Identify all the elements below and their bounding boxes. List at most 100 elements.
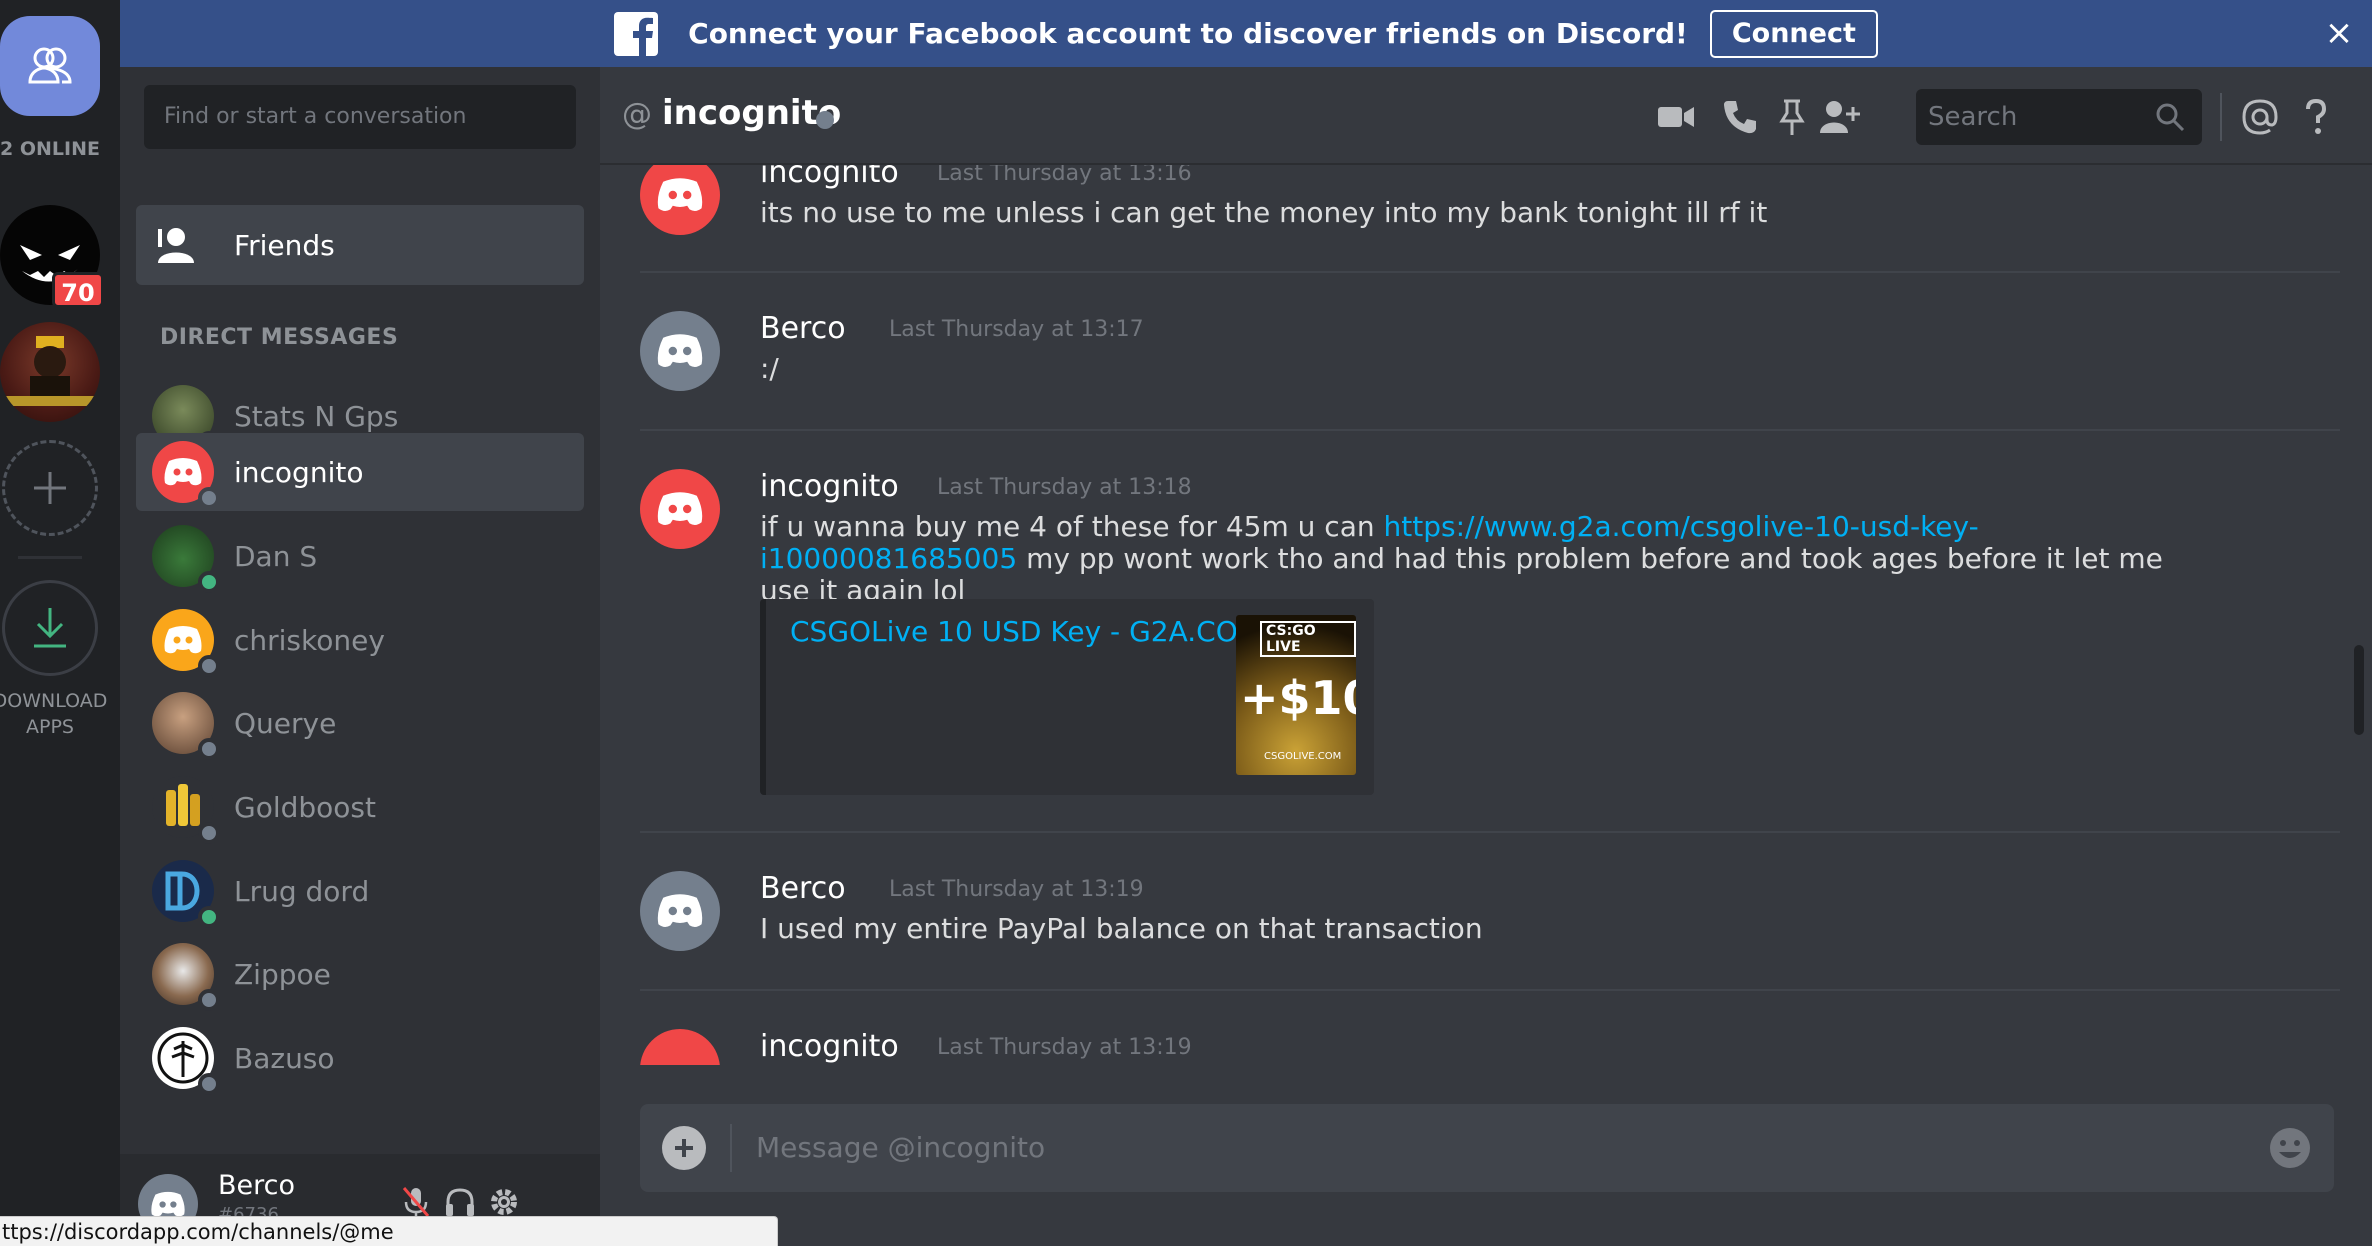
add-friend-icon[interactable] <box>1820 97 1860 137</box>
message-composer[interactable]: Message @incognito <box>640 1104 2334 1192</box>
close-banner-button[interactable]: × <box>2322 16 2356 50</box>
banner-text: Connect your Facebook account to discove… <box>688 17 1688 50</box>
search-icon <box>2156 103 2185 132</box>
message-avatar[interactable] <box>640 469 720 549</box>
download-label-line-1: DOWNLOAD <box>0 690 108 712</box>
upload-button[interactable] <box>662 1126 706 1170</box>
status-url: ttps://discordapp.com/channels/@me <box>0 1216 778 1246</box>
dm-name: Stats N Gps <box>234 399 399 433</box>
avatar <box>152 609 220 677</box>
dm-name: Querye <box>234 706 337 740</box>
message-divider <box>640 831 2340 833</box>
search-input[interactable]: Search <box>1916 89 2202 145</box>
at-symbol: @ <box>622 97 652 132</box>
dm-name: Goldboost <box>234 790 376 824</box>
status-indicator <box>198 1073 220 1095</box>
friends-label: Friends <box>234 228 335 262</box>
message-list: incognito Last Thursday at 13:16 its no … <box>600 165 2372 1065</box>
friends-nav-item[interactable]: Friends <box>136 205 584 285</box>
message-author[interactable]: incognito <box>760 165 899 190</box>
dm-sidebar: Find or start a conversation Friends DIR… <box>120 67 600 1246</box>
status-indicator <box>198 655 220 677</box>
find-conversation-input[interactable]: Find or start a conversation <box>144 85 576 149</box>
video-call-icon[interactable] <box>1656 97 1696 137</box>
message-author[interactable]: incognito <box>760 469 899 504</box>
help-icon[interactable] <box>2296 97 2336 137</box>
download-icon <box>34 608 66 648</box>
discord-logo-icon <box>657 894 703 927</box>
plus-icon <box>34 472 66 504</box>
dm-item-bazuso[interactable]: Bazuso <box>136 1019 584 1097</box>
message-author[interactable]: incognito <box>760 1029 899 1064</box>
message-avatar[interactable] <box>640 165 720 235</box>
dm-name: Bazuso <box>234 1041 335 1075</box>
message-avatar[interactable] <box>640 1029 720 1065</box>
search-placeholder: Search <box>1928 102 2018 132</box>
channel-title: incognito <box>662 93 842 133</box>
home-button[interactable] <box>0 16 100 116</box>
avatar <box>152 441 220 509</box>
message-author[interactable]: Berco <box>760 871 846 906</box>
dm-item-incognito[interactable]: incognito <box>136 433 584 511</box>
embed-thumbnail[interactable]: CS:GO LIVE +$10 CSGOLIVE.COM <box>1236 615 1356 775</box>
message-avatar[interactable] <box>640 311 720 391</box>
dm-name: Lrug dord <box>234 874 370 908</box>
status-indicator <box>198 571 220 593</box>
settings-gear-icon[interactable] <box>486 1184 522 1220</box>
avatar <box>152 860 220 928</box>
message-divider <box>640 271 2340 273</box>
connect-button[interactable]: Connect <box>1709 9 1878 58</box>
message-timestamp: Last Thursday at 13:17 <box>889 317 1144 342</box>
discord-logo-icon <box>151 1191 185 1216</box>
status-indicator <box>816 111 834 129</box>
discord-logo-icon <box>164 626 202 654</box>
chat-header: @ incognito Search <box>600 67 2372 165</box>
mentions-icon[interactable] <box>2240 97 2280 137</box>
dm-name: chriskoney <box>234 623 385 657</box>
mention-badge: 70 <box>52 272 104 308</box>
scrollbar-thumb[interactable] <box>2354 645 2364 735</box>
thumbnail-price: +$10 <box>1240 671 1356 725</box>
status-indicator <box>198 487 220 509</box>
message-text: if u wanna buy me 4 of these for 45m u c… <box>760 511 2220 607</box>
avatar <box>152 525 220 593</box>
download-apps-button[interactable] <box>2 580 98 676</box>
message-divider <box>640 429 2340 431</box>
discord-logo-icon <box>657 334 703 367</box>
discord-logo-icon <box>657 178 703 211</box>
message-timestamp: Last Thursday at 13:19 <box>937 1035 1192 1060</box>
dm-item-zippoe[interactable]: Zippoe <box>136 935 584 1013</box>
server-icon-2[interactable] <box>0 322 100 422</box>
pin-icon[interactable] <box>1772 97 1812 137</box>
message-avatar[interactable] <box>640 871 720 951</box>
avatar <box>152 776 220 844</box>
dm-item-querye[interactable]: Querye <box>136 684 584 762</box>
friends-icon <box>28 47 72 84</box>
message-scrollbar[interactable] <box>2352 167 2366 1065</box>
facebook-icon <box>614 11 659 56</box>
mute-microphone-icon[interactable] <box>398 1184 434 1220</box>
message-divider <box>640 989 2340 991</box>
status-indicator <box>198 822 220 844</box>
username: Berco <box>218 1170 296 1201</box>
add-server-button[interactable] <box>2 440 98 536</box>
gang-logo-icon <box>4 336 96 406</box>
discord-logo-icon <box>164 458 202 486</box>
dm-item-dan-s[interactable]: Dan S <box>136 517 584 595</box>
emoji-picker-icon[interactable] <box>2268 1126 2312 1170</box>
dm-item-lrug-dord[interactable]: Lrug dord <box>136 852 584 930</box>
message-text: I used my entire PayPal balance on that … <box>760 912 1483 945</box>
voice-call-icon[interactable] <box>1720 97 1760 137</box>
avatar <box>152 692 220 760</box>
embed-title-link[interactable]: CSGOLive 10 USD Key - G2A.COM <box>790 615 1262 648</box>
message-author[interactable]: Berco <box>760 311 846 346</box>
message-timestamp: Last Thursday at 13:18 <box>937 475 1192 500</box>
dm-item-goldboost[interactable]: Goldboost <box>136 768 584 846</box>
dm-name: Dan S <box>234 539 318 573</box>
message-input[interactable]: Message @incognito <box>756 1104 1045 1192</box>
message-text: its no use to me unless i can get the mo… <box>760 196 1768 229</box>
friends-wave-icon <box>158 228 194 263</box>
dm-item-chriskoney[interactable]: chriskoney <box>136 601 584 679</box>
headphones-icon[interactable] <box>442 1184 478 1220</box>
plus-icon <box>675 1139 693 1157</box>
